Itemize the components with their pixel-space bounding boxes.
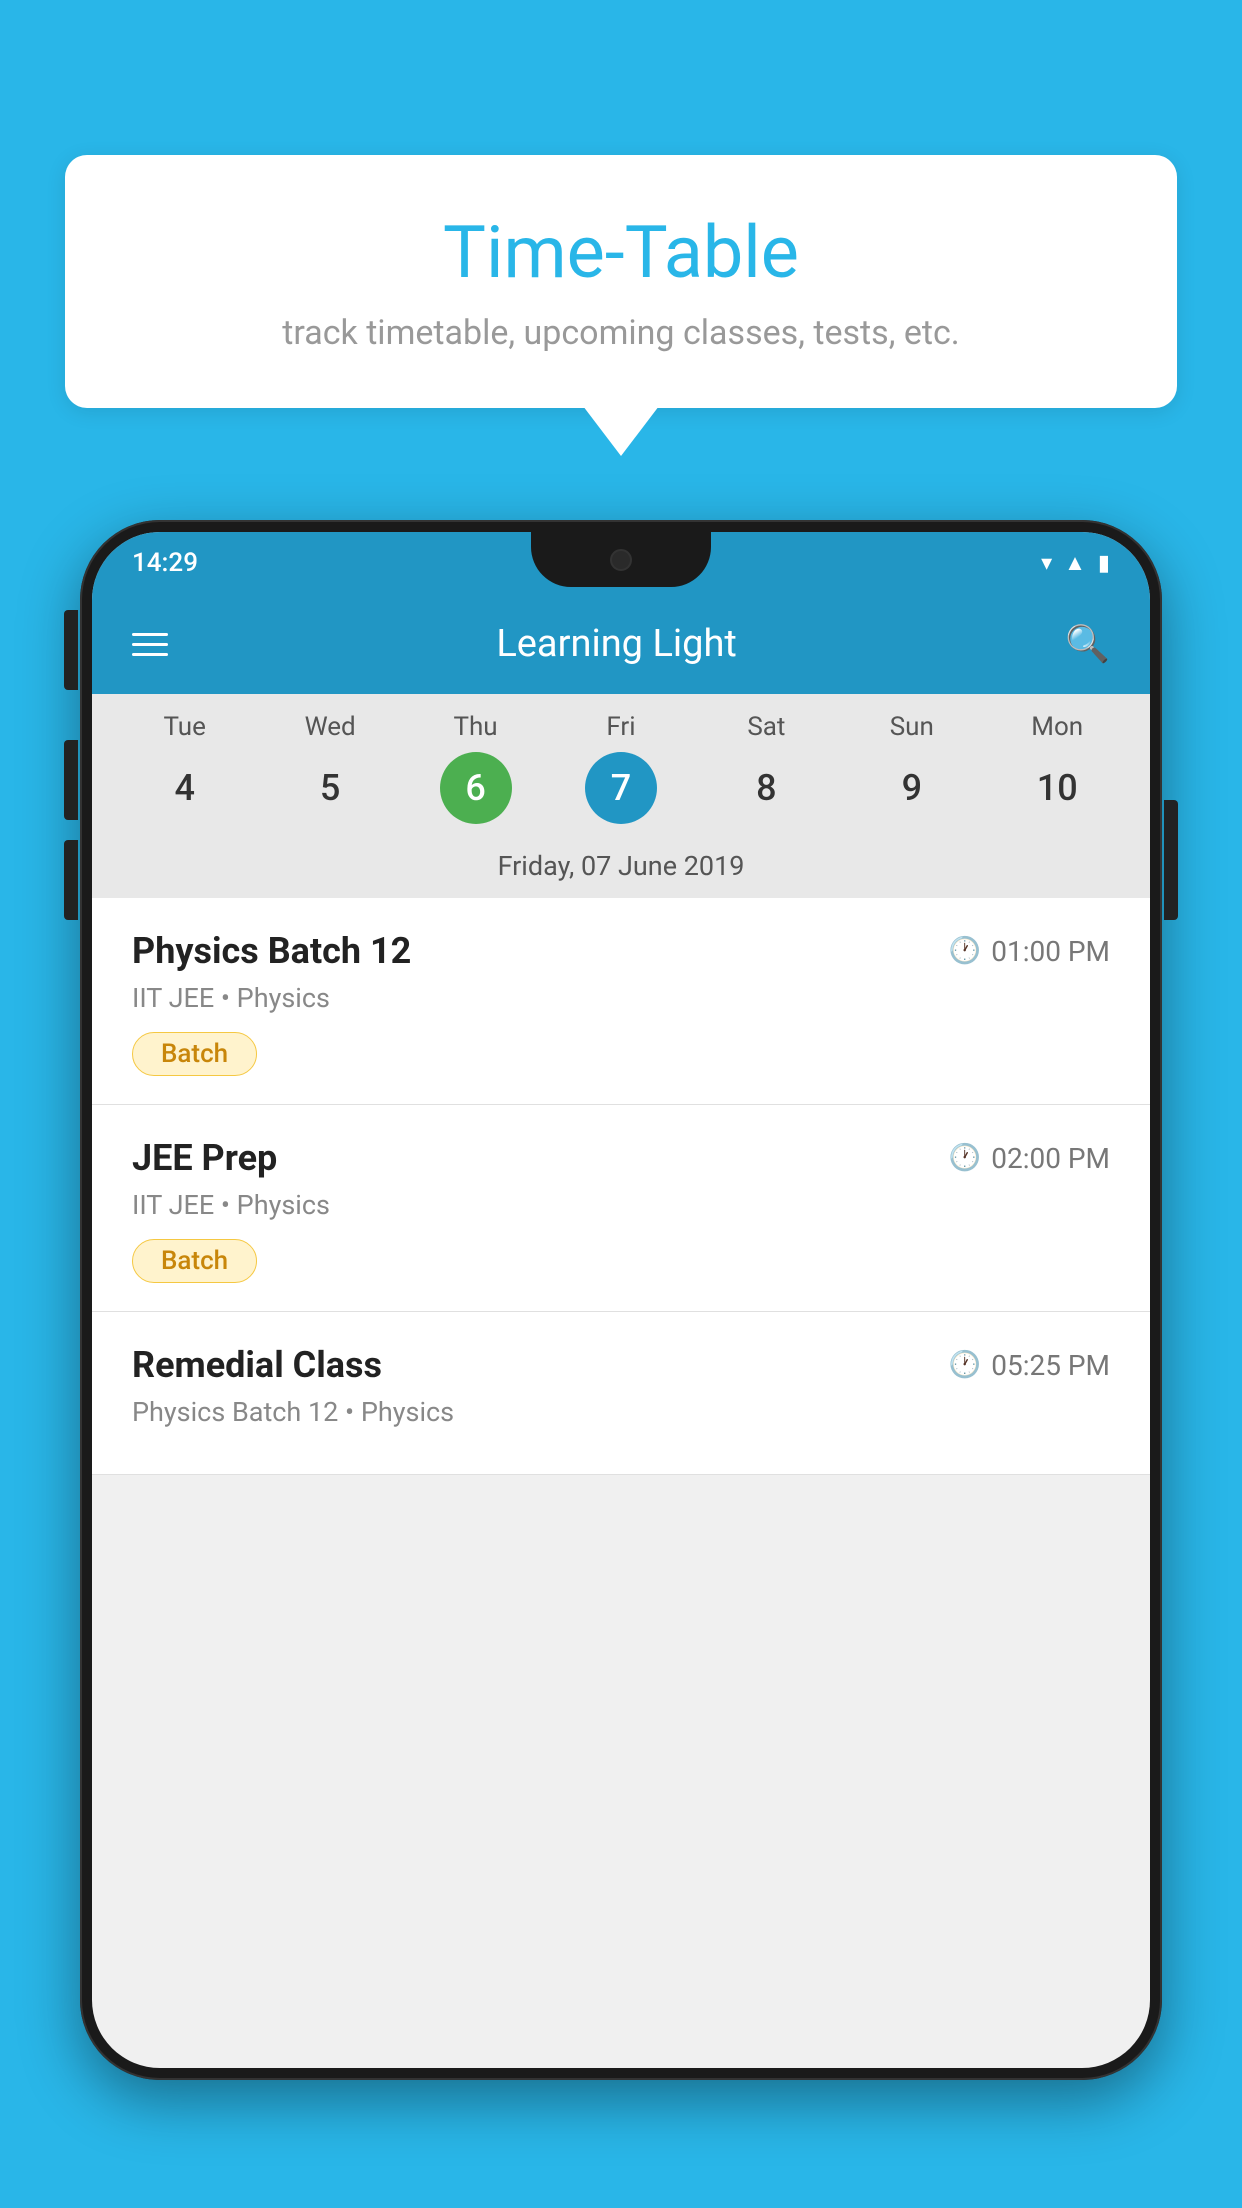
- wifi-icon: ▾: [1041, 551, 1052, 576]
- class-item[interactable]: Physics Batch 12 🕐 01:00 PM IIT JEE • Phys…: [92, 898, 1150, 1105]
- menu-button[interactable]: [132, 633, 168, 656]
- calendar-day-sat[interactable]: Sat 8: [706, 712, 826, 824]
- selected-date-label: Friday, 07 June 2019: [92, 836, 1150, 898]
- bubble-subtitle: track timetable, upcoming classes, tests…: [125, 313, 1117, 353]
- day-number: 6: [440, 752, 512, 824]
- calendar-day-thu[interactable]: Thu 6: [416, 712, 536, 824]
- calendar-day-sun[interactable]: Sun 9: [852, 712, 972, 824]
- status-time: 14:29: [132, 548, 198, 578]
- status-bar: 14:29 ▾ ▲ ▮: [92, 532, 1150, 594]
- app-title: Learning Light: [496, 622, 737, 666]
- day-number: 9: [876, 752, 948, 824]
- class-info: IIT JEE • Physics: [132, 1189, 1110, 1221]
- class-item-top: Remedial Class 🕐 05:25 PM: [132, 1344, 1110, 1386]
- calendar-strip: Tue 4 Wed 5 Thu 6 Fri 7 Sat 8 Sun 9 Mon 10 Friday, 07…: [92, 694, 1150, 898]
- class-item-top: JEE Prep 🕐 02:00 PM: [132, 1137, 1110, 1179]
- calendar-day-tue[interactable]: Tue 4: [125, 712, 245, 824]
- days-row: Tue 4 Wed 5 Thu 6 Fri 7 Sat 8 Sun 9 Mon 10: [92, 712, 1150, 824]
- status-icons: ▾ ▲ ▮: [1041, 550, 1110, 576]
- clock-icon: 🕐: [949, 1350, 981, 1380]
- class-name: Physics Batch 12: [132, 930, 411, 972]
- class-item[interactable]: JEE Prep 🕐 02:00 PM IIT JEE • Physics Batch: [92, 1105, 1150, 1312]
- calendar-day-wed[interactable]: Wed 5: [270, 712, 390, 824]
- day-number: 5: [294, 752, 366, 824]
- calendar-day-fri[interactable]: Fri 7: [561, 712, 681, 824]
- clock-icon: 🕐: [949, 936, 981, 966]
- day-name: Wed: [305, 712, 356, 742]
- day-name: Sat: [747, 712, 785, 742]
- batch-badge: Batch: [132, 1032, 257, 1076]
- day-name: Thu: [453, 712, 497, 742]
- notch-camera: [610, 549, 632, 571]
- day-number: 10: [1021, 752, 1093, 824]
- phone-screen: 14:29 ▾ ▲ ▮ Learning Light 🔍: [92, 532, 1150, 2068]
- day-name: Fri: [606, 712, 635, 742]
- class-name: Remedial Class: [132, 1344, 382, 1386]
- day-number: 8: [730, 752, 802, 824]
- bubble-title: Time-Table: [125, 210, 1117, 295]
- day-name: Mon: [1031, 712, 1083, 742]
- signal-icon: ▲: [1064, 550, 1086, 576]
- class-info: IIT JEE • Physics: [132, 982, 1110, 1014]
- class-time: 🕐 02:00 PM: [949, 1142, 1110, 1175]
- class-item[interactable]: Remedial Class 🕐 05:25 PM Physics Batch 12…: [92, 1312, 1150, 1475]
- calendar-day-mon[interactable]: Mon 10: [997, 712, 1117, 824]
- day-name: Tue: [163, 712, 205, 742]
- speech-bubble-container: Time-Table track timetable, upcoming cla…: [65, 155, 1177, 408]
- class-list: Physics Batch 12 🕐 01:00 PM IIT JEE • Phys…: [92, 898, 1150, 1475]
- class-time: 🕐 01:00 PM: [949, 935, 1110, 968]
- battery-icon: ▮: [1098, 551, 1110, 576]
- clock-icon: 🕐: [949, 1143, 981, 1173]
- phone-wrapper: 14:29 ▾ ▲ ▮ Learning Light 🔍: [80, 520, 1162, 2208]
- day-name: Sun: [890, 712, 934, 742]
- batch-badge: Batch: [132, 1239, 257, 1283]
- class-time: 🕐 05:25 PM: [949, 1349, 1110, 1382]
- class-info: Physics Batch 12 • Physics: [132, 1396, 1110, 1428]
- speech-bubble: Time-Table track timetable, upcoming cla…: [65, 155, 1177, 408]
- phone-outer: 14:29 ▾ ▲ ▮ Learning Light 🔍: [80, 520, 1162, 2080]
- class-name: JEE Prep: [132, 1137, 277, 1179]
- day-number: 4: [149, 752, 221, 824]
- search-icon[interactable]: 🔍: [1065, 623, 1110, 665]
- notch: [531, 532, 711, 587]
- app-header: Learning Light 🔍: [92, 594, 1150, 694]
- day-number: 7: [585, 752, 657, 824]
- class-item-top: Physics Batch 12 🕐 01:00 PM: [132, 930, 1110, 972]
